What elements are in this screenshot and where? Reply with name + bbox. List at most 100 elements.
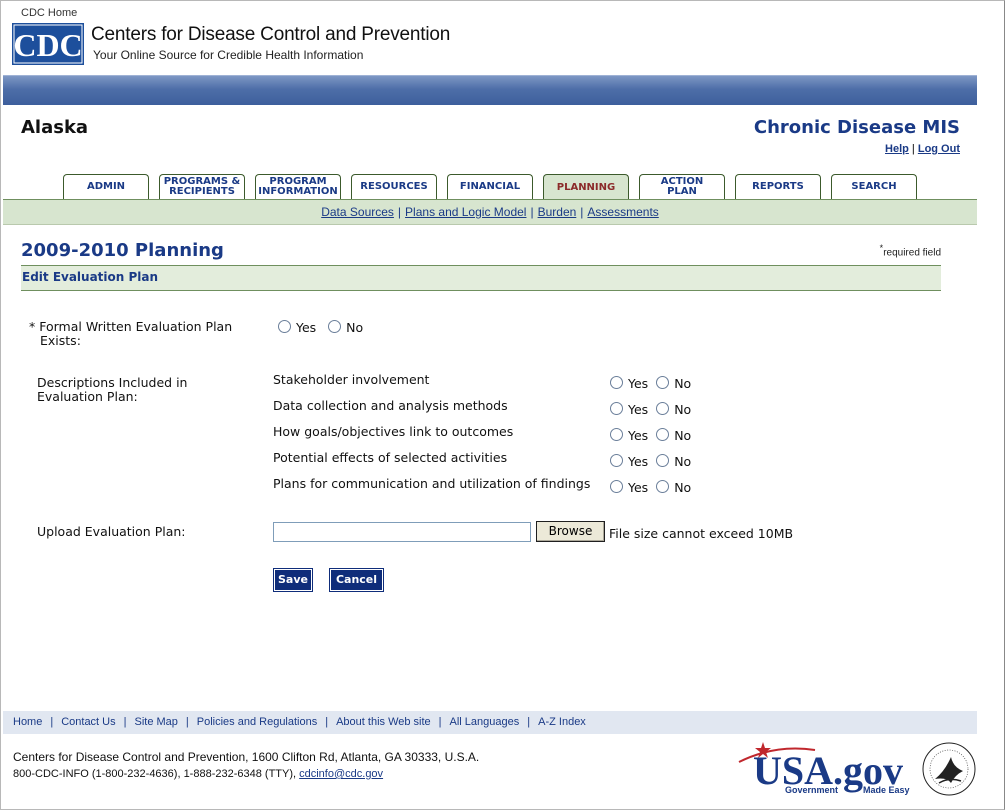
- yes-label: Yes: [628, 480, 649, 495]
- tab-planning[interactable]: PLANNING: [543, 174, 629, 200]
- effects-yes-radio[interactable]: [610, 454, 623, 467]
- subnav-burden[interactable]: Burden: [538, 205, 577, 219]
- data-collection-no-radio[interactable]: [656, 402, 670, 415]
- plan-exists-label: * Formal Written Evaluation Plan Exists:: [29, 320, 232, 348]
- footer-about-link[interactable]: About this Web site: [336, 716, 431, 728]
- yes-label: Yes: [628, 454, 649, 469]
- yes-label: Yes: [628, 376, 649, 391]
- item-communication-plans: Plans for communication and utilization …: [273, 476, 591, 491]
- data-collection-yes-radio[interactable]: [610, 402, 623, 415]
- page-title: 2009-2010 Planning: [21, 240, 224, 261]
- item-goals-objectives: How goals/objectives link to outcomes: [273, 424, 514, 439]
- sub-navigation: Data Sources | Plans and Logic Model | Burde…: [3, 199, 977, 225]
- footer-separator: |: [123, 716, 127, 728]
- footer-email-link[interactable]: cdcinfo@cdc.gov: [299, 768, 383, 780]
- yes-label: Yes: [628, 402, 649, 417]
- stakeholder-no-radio[interactable]: [656, 376, 670, 389]
- footer-separator: |: [325, 716, 329, 728]
- upload-label: Upload Evaluation Plan:: [37, 524, 186, 539]
- tab-resources[interactable]: RESOURCES: [351, 174, 437, 199]
- plan-exists-no-radio[interactable]: [328, 320, 342, 333]
- communication-yes-radio[interactable]: [610, 480, 623, 493]
- tab-label: PLANNING: [556, 181, 616, 193]
- tab-programs-recipients[interactable]: PROGRAMS & RECIPIENTS: [159, 174, 245, 199]
- tab-label: INFORMATION: [258, 186, 338, 197]
- tab-label: ADMIN: [86, 181, 126, 192]
- footer-policies-link[interactable]: Policies and Regulations: [197, 716, 317, 728]
- no-label: No: [674, 402, 692, 417]
- data-collection-options: Yes No: [610, 402, 699, 417]
- subnav-separator: |: [580, 205, 584, 219]
- descriptions-label-line: Evaluation Plan:: [37, 389, 138, 404]
- item-stakeholder-involvement: Stakeholder involvement: [273, 372, 430, 387]
- tab-label: REPORTS: [752, 181, 804, 192]
- user-links-separator: |: [911, 143, 915, 155]
- footer-languages-link[interactable]: All Languages: [450, 716, 520, 728]
- no-label: No: [674, 428, 692, 443]
- subnav-separator: |: [530, 205, 534, 219]
- cdc-logo[interactable]: CDC: [12, 23, 84, 65]
- tab-action-plan[interactable]: ACTION PLAN: [639, 174, 725, 199]
- section-title: Edit Evaluation Plan: [22, 270, 159, 284]
- tab-financial[interactable]: FINANCIAL: [447, 174, 533, 199]
- effects-no-radio[interactable]: [656, 454, 670, 467]
- subnav-data-sources[interactable]: Data Sources: [321, 205, 394, 219]
- tab-label: RESOURCES: [360, 181, 428, 192]
- yes-label: Yes: [296, 320, 317, 335]
- usa-gov-sub2: Made Easy: [863, 785, 910, 795]
- footer-contact-link[interactable]: Contact Us: [61, 716, 115, 728]
- subnav-separator: |: [397, 205, 402, 219]
- communication-no-radio[interactable]: [656, 480, 670, 493]
- no-label: No: [674, 376, 692, 391]
- org-name: Centers for Disease Control and Preventi…: [91, 24, 451, 45]
- usa-gov-logo[interactable]: USA.gov Government Made Easy: [735, 740, 915, 796]
- subnav-plans-logic-model[interactable]: Plans and Logic Model: [405, 205, 526, 219]
- help-link[interactable]: Help: [885, 143, 909, 155]
- plan-exists-label-line: * Formal Written Evaluation Plan: [29, 319, 233, 334]
- stakeholder-yes-radio[interactable]: [610, 376, 623, 389]
- tab-reports[interactable]: REPORTS: [735, 174, 821, 199]
- item-potential-effects: Potential effects of selected activities: [273, 450, 508, 465]
- tab-admin[interactable]: ADMIN: [63, 174, 149, 199]
- yes-label: Yes: [628, 428, 649, 443]
- item-data-collection: Data collection and analysis methods: [273, 398, 508, 413]
- footer-phone: 800-CDC-INFO (1-800-232-4636), 1-888-232…: [13, 768, 300, 780]
- state-name: Alaska: [21, 117, 89, 138]
- tab-label: PLAN: [667, 186, 697, 197]
- tab-label: SEARCH: [851, 181, 897, 192]
- footer-az-index-link[interactable]: A-Z Index: [538, 716, 586, 728]
- browse-button[interactable]: Browse: [536, 521, 605, 542]
- goals-yes-radio[interactable]: [610, 428, 623, 441]
- no-label: No: [674, 454, 692, 469]
- cancel-button[interactable]: Cancel: [329, 568, 384, 592]
- save-button[interactable]: Save: [273, 568, 313, 592]
- footer-sitemap-link[interactable]: Site Map: [134, 716, 177, 728]
- plan-exists-yes-radio[interactable]: [278, 320, 291, 333]
- tab-label: RECIPIENTS: [169, 186, 235, 197]
- no-label: No: [674, 480, 692, 495]
- footer-links: Home | Contact Us | Site Map | Policies and Re…: [3, 711, 977, 734]
- usa-gov-sub1: Government: [785, 785, 838, 795]
- goals-no-radio[interactable]: [656, 428, 670, 441]
- communication-options: Yes No: [610, 480, 699, 495]
- file-size-note: File size cannot exceed 10MB: [609, 526, 794, 541]
- header-blue-bar: [3, 75, 977, 105]
- goals-options: Yes No: [610, 428, 699, 443]
- tab-program-information[interactable]: PROGRAM INFORMATION: [255, 174, 341, 199]
- section-header: Edit Evaluation Plan: [21, 265, 941, 291]
- hhs-seal-icon[interactable]: [921, 741, 977, 797]
- footer-contact-info: 800-CDC-INFO (1-800-232-4636), 1-888-232…: [13, 768, 383, 780]
- logout-link[interactable]: Log Out: [918, 143, 960, 155]
- file-path-input[interactable]: [273, 522, 531, 542]
- subnav-assessments[interactable]: Assessments: [587, 205, 658, 219]
- plan-exists-options: Yes No: [278, 320, 371, 335]
- descriptions-label: Descriptions Included in Evaluation Plan:: [37, 376, 187, 404]
- tab-search[interactable]: SEARCH: [831, 174, 917, 199]
- no-label: No: [346, 320, 364, 335]
- plan-exists-label-line: Exists:: [40, 333, 81, 348]
- footer-home-link[interactable]: Home: [13, 716, 42, 728]
- cdc-home-link[interactable]: CDC Home: [21, 7, 77, 19]
- footer-separator: |: [185, 716, 189, 728]
- descriptions-label-line: Descriptions Included in: [37, 375, 188, 390]
- footer-address: Centers for Disease Control and Preventi…: [13, 750, 480, 764]
